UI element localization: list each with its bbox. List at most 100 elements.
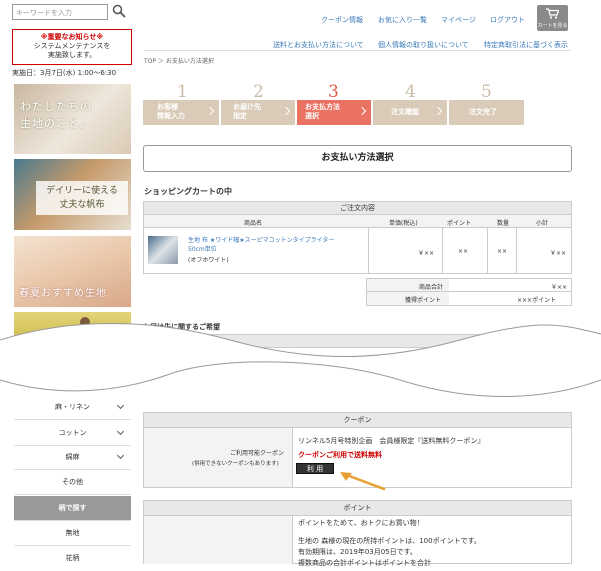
points-value: ×××ポイント xyxy=(517,297,557,304)
step-label: お届け先 xyxy=(233,103,261,111)
search-input[interactable]: キーワードを入力 xyxy=(12,4,108,20)
cart-heading: ショッピングカートの中 xyxy=(144,187,232,196)
step-number: 5 xyxy=(481,82,492,102)
total-label: 商品合計 xyxy=(419,284,444,291)
step-2: 2 お届け先 指定 xyxy=(221,82,295,125)
points-promo: ポイントをためて、おトクにお買い物！ xyxy=(298,519,424,527)
step-label: お客様 xyxy=(157,103,178,111)
menu-heading-find-by-pattern: 柄で探す xyxy=(14,496,131,521)
product-thumbnail[interactable] xyxy=(148,236,178,264)
col-header: 数量 xyxy=(497,220,510,227)
menu-item-cotton-linen[interactable]: 綿麻 xyxy=(14,445,131,470)
table-row: 生地 布 ★ワイド幅★スーピマコットンタイプライター 50cm単位 (オフホワイ… xyxy=(143,228,572,274)
item-quantity: ×× xyxy=(497,248,508,255)
step-number: 3 xyxy=(328,82,339,102)
step-label: 注文完了 xyxy=(469,108,497,116)
menu-item-solid[interactable]: 無地 xyxy=(14,521,131,546)
step-label: 選択 xyxy=(305,112,319,120)
notice-title: ※重要なお知らせ※ xyxy=(40,33,104,41)
coupon-section-header: クーポン xyxy=(143,412,572,428)
col-header: 小計 xyxy=(536,220,549,227)
step-label: お支払方法 xyxy=(305,103,340,111)
points-label: 獲得ポイント xyxy=(405,297,442,304)
important-notice: ※重要なお知らせ※ システムメンテナンスを 実施致します。 xyxy=(12,29,132,65)
step-4: 4 注文確認 xyxy=(373,82,447,125)
chevron-down-icon xyxy=(116,427,125,436)
points-note: 複数商品の合計ポイントはポイントを合計 xyxy=(298,559,431,567)
product-name-link[interactable]: 生地 布 ★ワイド幅★スーピマコットンタイプライター xyxy=(188,237,334,244)
col-header: 商品名 xyxy=(244,220,263,227)
order-section-header: ご注文内容 xyxy=(143,201,572,215)
points-balance: 生地の 森様の現在の所持ポイントは、100ポイントです。 xyxy=(298,537,481,545)
link-logout[interactable]: ログアウト xyxy=(490,15,525,25)
cart-button[interactable]: カートを見る xyxy=(537,5,568,31)
col-header: 単価(税込) xyxy=(389,220,418,227)
chevron-down-icon xyxy=(116,401,125,410)
menu-label: 麻・リネン xyxy=(55,403,90,411)
banner-text: わたしたちの xyxy=(20,100,92,113)
item-subtotal: ￥×× xyxy=(550,250,567,257)
banner-our-fabrics[interactable]: わたしたちの 生地のこと。 xyxy=(14,84,131,154)
step-number: 1 xyxy=(177,82,188,102)
step-label: 情報入力 xyxy=(157,112,185,120)
banner-text: デイリーに使える xyxy=(46,186,118,196)
table-header-row: 商品名 単価(税込) ポイント 数量 小計 xyxy=(143,215,572,228)
link-privacy[interactable]: 個人情報の取り扱いについて xyxy=(378,40,469,50)
link-favorites[interactable]: お気に入り一覧 xyxy=(378,15,427,25)
banner-text: 生地のこと。 xyxy=(20,117,92,130)
banner-canvas[interactable]: デイリーに使える 丈夫な帆布 xyxy=(14,159,131,230)
page-title: お支払い方法選択 xyxy=(143,145,572,172)
item-points: ×× xyxy=(458,248,469,255)
menu-label: コットン xyxy=(58,429,87,437)
breadcrumb: TOP ＞ お支払い方法選択 xyxy=(144,58,214,65)
link-shipping-payment[interactable]: 送料とお支払い方法について xyxy=(273,40,364,50)
use-coupon-button[interactable]: 利 用 xyxy=(296,463,334,474)
points-section: ポイントをためて、おトクにお買い物！ 生地の 森様の現在の所持ポイントは、100… xyxy=(143,516,572,567)
cart-label: カートを見る xyxy=(537,23,568,29)
product-unit[interactable]: 50cm単位 xyxy=(188,246,217,253)
banner-text: 春夏おすすめ生地 xyxy=(19,288,107,299)
chevron-down-icon xyxy=(116,451,125,460)
col-header: ポイント xyxy=(447,220,472,227)
step-label: 指定 xyxy=(233,112,247,120)
total-value: ￥×× xyxy=(551,284,568,291)
points-row: 獲得ポイント ×××ポイント xyxy=(366,292,572,306)
chevron-right-icon xyxy=(433,106,443,116)
coupon-label: ご利用可能クーポン xyxy=(230,450,285,457)
chevron-right-icon xyxy=(205,106,215,116)
cart-icon xyxy=(546,8,559,19)
maintenance-schedule: 実施日：3月7日(水) 1:00〜6:30 xyxy=(12,69,117,77)
step-number: 4 xyxy=(405,82,416,102)
chevron-right-icon xyxy=(281,106,291,116)
link-legal[interactable]: 特定商取引法に基づく表示 xyxy=(484,40,568,50)
menu-item-other[interactable]: その他 xyxy=(14,470,131,495)
menu-item-floral[interactable]: 花柄 xyxy=(14,546,131,571)
link-coupon-info[interactable]: クーポン情報 xyxy=(321,15,363,25)
banner-spring-summer[interactable]: 春夏おすすめ生地 xyxy=(14,236,131,307)
notice-line1: システムメンテナンスを xyxy=(33,42,111,50)
step-number: 2 xyxy=(253,82,264,102)
menu-label: 綿麻 xyxy=(65,453,80,461)
page-break-wave xyxy=(0,323,601,397)
chevron-right-icon xyxy=(357,106,367,116)
product-color: (オフホワイト) xyxy=(188,257,229,264)
coupon-name: リンネル5月号特別企画 会員様限定『送料無料クーポン』 xyxy=(298,437,485,445)
notice-line2: 実施致します。 xyxy=(47,51,97,59)
header-divider xyxy=(144,50,571,51)
step-1: 1 お客様 情報入力 xyxy=(143,82,219,125)
step-3-current: 3 お支払方法 選択 xyxy=(297,82,371,125)
coupon-applied-text: クーポンご利用で送料無料 xyxy=(298,451,382,459)
menu-item-cotton[interactable]: コットン xyxy=(14,421,131,446)
total-row: 商品合計 ￥×× xyxy=(366,278,572,292)
arrow-pointer-icon xyxy=(340,472,386,491)
search-icon[interactable] xyxy=(112,4,126,18)
link-mypage[interactable]: マイページ xyxy=(441,15,476,25)
step-5: 5 注文完了 xyxy=(449,82,524,125)
points-section-header: ポイント xyxy=(143,500,572,516)
menu-label: その他 xyxy=(62,478,83,486)
points-expiry: 有効期限は、2019年03月05日です。 xyxy=(298,548,417,556)
step-label: 注文確認 xyxy=(391,108,419,116)
banner-text: 丈夫な帆布 xyxy=(59,200,105,210)
unit-price: ￥×× xyxy=(418,250,435,257)
menu-item-linen[interactable]: 麻・リネン xyxy=(14,395,131,420)
